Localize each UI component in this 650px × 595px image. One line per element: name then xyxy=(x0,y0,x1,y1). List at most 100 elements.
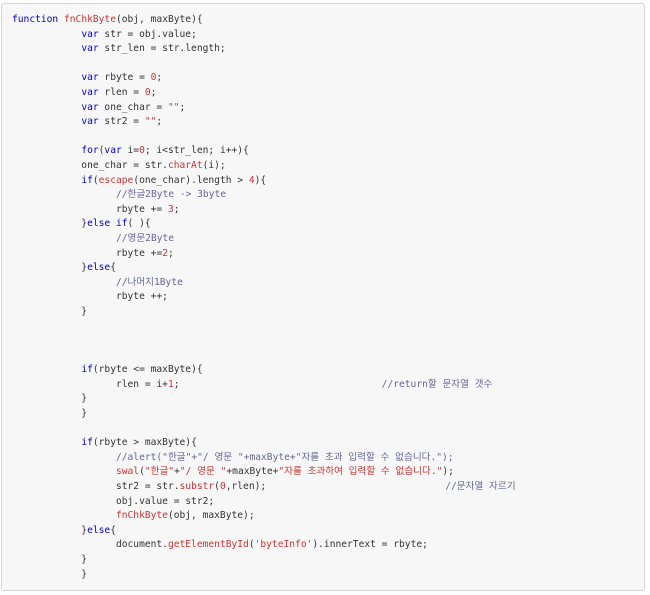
code-token: "" xyxy=(144,116,157,128)
code-token: { xyxy=(110,262,116,274)
code-token: } xyxy=(12,218,88,230)
code-token: charAt xyxy=(167,159,203,171)
code-token: ; xyxy=(150,86,157,98)
code-line: var str = obj.value; xyxy=(12,28,516,43)
code-line: rbyte ++; xyxy=(12,290,516,305)
code-token: substr xyxy=(179,481,215,492)
code-token: //문자열 자르기 xyxy=(445,481,516,492)
code-token: fnChkByte xyxy=(64,14,116,25)
code-token: rbyte ++; xyxy=(12,291,168,303)
code-line: //alert("한글"+"/ 영문 "+maxByte+"자를 초과 입력할 … xyxy=(12,451,516,466)
code-token: str_len = str.length; xyxy=(98,43,226,55)
code-token: rbyte += xyxy=(12,203,168,215)
code-token: escape xyxy=(98,174,134,186)
code-token: "자를 초과하여 입력할 수 없습니다." xyxy=(278,466,443,478)
code-token: ,rlen); xyxy=(225,481,446,492)
code-token: (obj, maxByte); xyxy=(167,510,255,522)
code-line: if(rbyte > maxByte){ xyxy=(12,436,516,451)
code-token: (one_char).length > xyxy=(133,174,249,186)
code-line: swal("한글"+"/ 영문 "+maxByte+"자를 초과하여 입력할 수… xyxy=(12,465,516,480)
code-token: ; xyxy=(179,101,186,113)
code-token: ; xyxy=(173,203,180,215)
code-line: obj.value = str2; xyxy=(12,495,516,510)
code-token: //영문2Byte xyxy=(115,232,175,244)
code-token: if xyxy=(81,174,93,186)
code-line: } xyxy=(12,553,516,568)
code-line: //영문2Byte xyxy=(12,232,516,247)
code-token: var xyxy=(81,116,99,128)
code-token: for xyxy=(81,145,99,157)
code-token: else if xyxy=(87,218,128,230)
code-line: fnChkByte(obj, maxByte); xyxy=(12,509,516,524)
code-token: i= xyxy=(121,145,140,157)
code-line: } xyxy=(12,392,516,407)
code-line: var one_char = ""; xyxy=(12,101,516,116)
code-line: one_char = str.charAt(i); xyxy=(12,159,516,174)
code-line: if(rbyte <= maxByte){ xyxy=(12,363,516,378)
code-token: else xyxy=(87,524,111,536)
code-token: //한글2Byte -> 3byte xyxy=(115,189,227,201)
code-token: else xyxy=(87,262,111,274)
code-line: //한글2Byte -> 3byte xyxy=(12,188,516,203)
code-token: ; xyxy=(156,116,163,128)
code-line: //나머지1Byte xyxy=(12,276,516,291)
code-token: one_char = str. xyxy=(12,159,168,171)
code-token: str2 = str. xyxy=(12,481,180,492)
code-token: } xyxy=(12,553,88,565)
code-line: rbyte += 3; xyxy=(12,203,516,218)
code-token: ; i<str_len; i++){ xyxy=(144,145,249,157)
code-token: var xyxy=(81,86,99,98)
code-line: } xyxy=(12,305,516,320)
code-token: +maxByte+ xyxy=(226,466,279,478)
code-token: rbyte = xyxy=(98,72,151,84)
code-token: if xyxy=(81,364,93,376)
code-token: var xyxy=(81,101,99,113)
code-token: ; xyxy=(156,72,163,84)
code-token: //나머지1Byte xyxy=(115,276,183,288)
code-line: rbyte +=2; xyxy=(12,247,516,262)
code-line: if(escape(one_char).length > 4){ xyxy=(12,174,516,189)
code-token: ( ){ xyxy=(127,218,151,230)
code-token: obj.value = str2; xyxy=(12,495,215,507)
code-token: } xyxy=(12,568,88,580)
code-block[interactable]: function fnChkByte(obj, maxByte){ var st… xyxy=(12,13,516,582)
code-token: 'byteInfo' xyxy=(254,539,313,551)
code-token: } xyxy=(12,262,88,274)
code-line: }else if( ){ xyxy=(12,217,516,232)
code-token: var xyxy=(81,43,99,55)
code-line: }else{ xyxy=(12,261,516,276)
code-token: ; xyxy=(167,247,174,259)
code-token: //alert("한글"+"/ 영문 "+maxByte+"자를 초과 입력할 … xyxy=(115,451,454,463)
code-token: var xyxy=(104,145,122,157)
code-token: } xyxy=(12,393,88,405)
code-line: rlen = i+1; //return할 문자열 갯수 xyxy=(12,378,516,393)
code-line: function fnChkByte(obj, maxByte){ xyxy=(12,13,516,28)
code-token: (rbyte > maxByte){ xyxy=(92,437,197,449)
code-line: var rbyte = 0; xyxy=(12,71,516,86)
code-token: rlen = i+ xyxy=(12,378,168,390)
code-line: } xyxy=(12,407,516,422)
code-block-frame: function fnChkByte(obj, maxByte){ var st… xyxy=(1,3,645,591)
code-token: fnChkByte xyxy=(115,510,168,522)
code-token: "한글" xyxy=(144,466,175,478)
code-line: str2 = str.substr(0,rlen); //문자열 자르기 xyxy=(12,480,516,495)
